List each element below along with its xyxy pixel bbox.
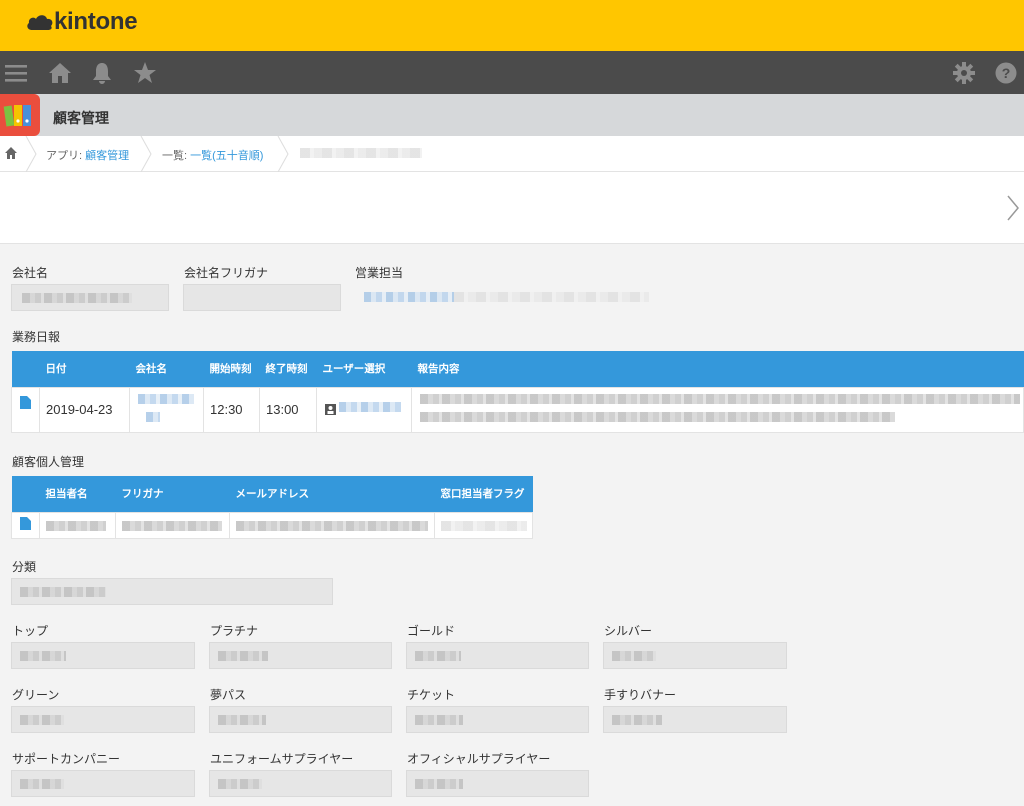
breadcrumb-app-link[interactable]: 顧客管理 [85, 150, 129, 162]
customer-name [39, 511, 116, 539]
table-header: 終了時刻 [259, 351, 317, 387]
brand-bar: kintone [0, 0, 1024, 51]
uniform-supplier-label: ユニフォームサプライヤー [210, 752, 354, 766]
sales-rep-label: 営業担当 [355, 266, 404, 280]
breadcrumb-separator-icon [140, 136, 152, 172]
report-date: 2019-04-23 [39, 386, 130, 433]
help-icon[interactable]: ? [995, 62, 1017, 84]
bell-icon[interactable] [91, 62, 113, 84]
star-icon[interactable] [134, 62, 156, 84]
breadcrumb-separator-icon [25, 136, 37, 172]
table-header [11, 351, 40, 387]
gold-field [406, 642, 589, 669]
handrail-banner-field [603, 706, 787, 733]
report-content [411, 386, 1024, 433]
category-label: 分類 [12, 560, 37, 574]
customer-kana [115, 511, 230, 539]
green-label: グリーン [12, 688, 60, 702]
breadcrumb-app: アプリ: 顧客管理 [46, 150, 130, 162]
company-kana-label: 会社名フリガナ [184, 266, 269, 280]
svg-text:?: ? [1002, 65, 1011, 81]
breadcrumb-separator-icon [277, 136, 289, 172]
report-user [316, 386, 412, 433]
gold-label: ゴールド [407, 624, 456, 638]
company-kana-field [183, 284, 341, 311]
next-record-arrow-icon[interactable] [1006, 194, 1020, 222]
home-small-icon[interactable] [5, 147, 17, 159]
dream-pass-label: 夢パス [210, 688, 247, 702]
user-icon [325, 403, 336, 415]
green-field [11, 706, 195, 733]
app-binder-icon[interactable] [0, 94, 40, 136]
table-header: フリガナ [115, 476, 230, 512]
table-header: メールアドレス [229, 476, 435, 512]
report-company [129, 386, 204, 433]
table-row [11, 511, 533, 539]
ticket-label: チケット [407, 688, 456, 702]
dream-pass-field [209, 706, 392, 733]
menu-icon[interactable] [5, 62, 27, 84]
app-header [0, 94, 1024, 136]
top-label: トップ [12, 624, 49, 638]
breadcrumb-record-redacted [300, 148, 422, 158]
app-title: 顧客管理 [53, 110, 109, 126]
top-field [11, 642, 195, 669]
table-header: 会社名 [129, 351, 204, 387]
home-icon[interactable] [49, 62, 71, 84]
platinum-field [209, 642, 392, 669]
table-header: 窓口担当者フラグ [434, 476, 533, 512]
table-row: 2019-04-23 12:30 13:00 [11, 386, 1024, 433]
support-company-label: サポートカンパニー [12, 752, 121, 766]
platinum-label: プラチナ [210, 624, 259, 638]
table-header: ユーザー選択 [316, 351, 412, 387]
table-header: 開始時刻 [203, 351, 260, 387]
report-end-time: 13:00 [259, 386, 317, 433]
global-nav: ? [0, 51, 1024, 94]
silver-field [603, 642, 787, 669]
daily-report-label: 業務日報 [12, 330, 61, 344]
kintone-logo-icon [27, 15, 53, 30]
support-company-field [11, 770, 195, 797]
sales-rep-field [354, 284, 654, 311]
table-header: 日付 [39, 351, 130, 387]
document-icon[interactable] [20, 517, 31, 530]
customer-email [229, 511, 435, 539]
official-supplier-field [406, 770, 589, 797]
uniform-supplier-field [209, 770, 392, 797]
ticket-field [406, 706, 589, 733]
official-supplier-label: オフィシャルサプライヤー [407, 752, 551, 766]
company-name-label: 会社名 [12, 266, 49, 280]
document-icon[interactable] [20, 395, 31, 409]
customer-contact-flag [434, 511, 533, 539]
table-header: 報告内容 [411, 351, 1024, 387]
kintone-logo-text[interactable]: kintone [54, 8, 138, 36]
silver-label: シルバー [604, 624, 653, 638]
breadcrumb-view-link[interactable]: 一覧(五十音順) [190, 150, 263, 162]
handrail-banner-label: 手すりバナー [604, 688, 677, 702]
report-start-time: 12:30 [203, 386, 260, 433]
customer-mgmt-table: 担当者名 フリガナ メールアドレス 窓口担当者フラグ [11, 476, 533, 539]
breadcrumb-view: 一覧: 一覧(五十音順) [162, 150, 264, 162]
customer-mgmt-label: 顧客個人管理 [12, 455, 85, 469]
daily-report-table: 日付 会社名 開始時刻 終了時刻 ユーザー選択 報告内容 2019-04-23 … [11, 351, 1024, 433]
record-toolbar [0, 172, 1024, 244]
table-header [11, 476, 40, 512]
category-field [11, 578, 333, 605]
gear-icon[interactable] [953, 62, 975, 84]
table-header: 担当者名 [39, 476, 116, 512]
company-name-field [11, 284, 169, 311]
breadcrumb: アプリ: 顧客管理 一覧: 一覧(五十音順) [0, 136, 1024, 172]
